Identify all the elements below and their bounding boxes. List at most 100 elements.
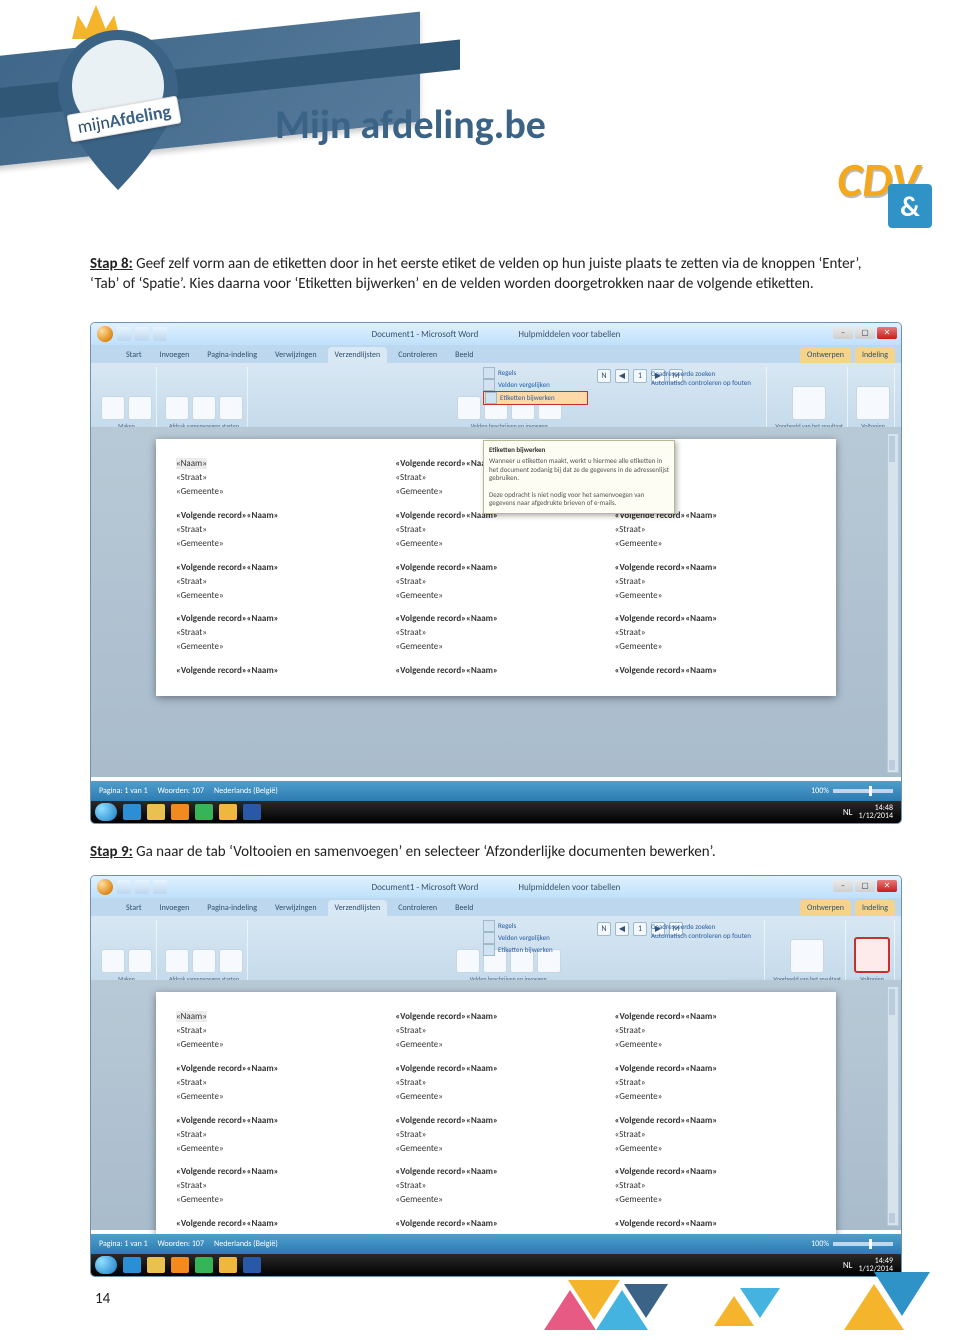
tab-ontwerpen[interactable]: Ontwerpen [800, 347, 851, 363]
vertical-scrollbar[interactable] [887, 433, 899, 773]
taskbar-explorer-icon[interactable] [147, 804, 165, 820]
taskbar-outlook-icon[interactable] [219, 1257, 237, 1273]
tab-verzendlijsten[interactable]: Verzendlijsten [328, 347, 388, 363]
taskbar-explorer-icon[interactable] [147, 1257, 165, 1273]
tab-ontwerpen[interactable]: Ontwerpen [800, 900, 851, 916]
samenvoegvelden-markeren-icon[interactable] [457, 396, 481, 420]
regels-icon[interactable] [483, 367, 495, 379]
tab-indeling[interactable]: Indeling [855, 347, 895, 363]
samenvoegen-starten-icon[interactable] [165, 396, 189, 420]
tab-paginaindeling[interactable]: Pagina-indeling [200, 347, 264, 363]
link-etiketten-bijwerken[interactable]: Etiketten bijwerken [498, 945, 553, 955]
word-tools-title: Hulpmiddelen voor tabellen [518, 882, 620, 893]
preview-result-icon[interactable] [790, 939, 824, 973]
link-zoek-geadresseerde[interactable]: Geadresseerde zoeken [651, 369, 751, 378]
field-straat: «Straat» [176, 472, 207, 483]
nav-first-icon[interactable]: N [597, 369, 611, 383]
window-maximize-icon[interactable]: ▢ [855, 327, 875, 339]
adressen-selecteren-icon[interactable] [192, 949, 216, 973]
tab-controleren[interactable]: Controleren [391, 347, 444, 363]
field-next-naam: «Volgende record»«Naam» [395, 1011, 498, 1022]
tab-beeld[interactable]: Beeld [448, 900, 480, 916]
etiketten-bijwerken-icon[interactable] [485, 392, 497, 404]
link-regels[interactable]: Regels [498, 921, 516, 931]
etiketten-bijwerken-icon[interactable] [483, 944, 495, 956]
link-velden-vergelijken[interactable]: Velden vergelijken [498, 380, 550, 390]
qat-undo-icon[interactable] [135, 327, 149, 341]
taskbar-chrome-icon[interactable] [195, 1257, 213, 1273]
link-auto-controleren[interactable]: Automatisch controleren op fouten [651, 378, 751, 387]
window-close-icon[interactable]: ✕ [877, 327, 897, 339]
status-taal[interactable]: Nederlands (België) [214, 1239, 278, 1249]
tab-paginaindeling[interactable]: Pagina-indeling [200, 900, 264, 916]
nav-prev-icon[interactable]: ◀ [615, 922, 629, 936]
link-auto-controleren[interactable]: Automatisch controleren op fouten [651, 931, 751, 940]
taskbar-word-icon[interactable] [243, 804, 261, 820]
qat-undo-icon[interactable] [135, 880, 149, 894]
adressen-selecteren-icon[interactable] [192, 396, 216, 420]
window-minimize-icon[interactable]: – [833, 327, 853, 339]
word-tools-title: Hulpmiddelen voor tabellen [518, 329, 620, 340]
taskbar-media-icon[interactable] [171, 1257, 189, 1273]
taskbar-media-icon[interactable] [171, 804, 189, 820]
taskbar-word-icon[interactable] [243, 1257, 261, 1273]
tab-controleren[interactable]: Controleren [391, 900, 444, 916]
office-orb-icon[interactable] [97, 879, 113, 895]
tray-lang[interactable]: NL [843, 807, 853, 818]
tab-beeld[interactable]: Beeld [448, 347, 480, 363]
window-close-icon[interactable]: ✕ [877, 880, 897, 892]
link-etiketten-bijwerken[interactable]: Etiketten bijwerken [500, 393, 555, 403]
vertical-scrollbar[interactable] [887, 986, 899, 1226]
velden-vergelijken-icon[interactable] [483, 379, 495, 391]
tab-invoegen[interactable]: Invoegen [153, 347, 197, 363]
taskbar-outlook-icon[interactable] [219, 804, 237, 820]
qat-redo-icon[interactable] [153, 880, 167, 894]
status-taal[interactable]: Nederlands (België) [214, 786, 278, 796]
nav-first-icon[interactable]: N [597, 922, 611, 936]
velden-vergelijken-icon[interactable] [483, 932, 495, 944]
link-zoek-geadresseerde[interactable]: Geadresseerde zoeken [651, 922, 751, 931]
adreslijst-bewerken-icon[interactable] [219, 396, 243, 420]
tab-indeling[interactable]: Indeling [855, 900, 895, 916]
taskbar-ie-icon[interactable] [123, 1257, 141, 1273]
tab-start[interactable]: Start [119, 347, 149, 363]
etiketten-icon[interactable] [128, 949, 152, 973]
taskbar-chrome-icon[interactable] [195, 804, 213, 820]
start-button-icon[interactable] [95, 803, 117, 821]
enveloppen-icon[interactable] [101, 949, 125, 973]
tab-verwijzingen[interactable]: Verwijzingen [268, 900, 324, 916]
office-orb-icon[interactable] [97, 326, 113, 342]
tab-verzendlijsten[interactable]: Verzendlijsten [328, 900, 388, 916]
preview-result-icon[interactable] [792, 386, 826, 420]
etiketten-icon[interactable] [128, 396, 152, 420]
samenvoegen-starten-icon[interactable] [165, 949, 189, 973]
qat-redo-icon[interactable] [153, 327, 167, 341]
adreslijst-bewerken-icon[interactable] [219, 949, 243, 973]
field-gemeente: «Gemeente» [395, 1039, 443, 1050]
qat-save-icon[interactable] [117, 327, 131, 341]
taskbar-clock[interactable]: 14:48 1/12/2014 [858, 804, 897, 820]
tab-verwijzingen[interactable]: Verwijzingen [268, 347, 324, 363]
link-velden-vergelijken[interactable]: Velden vergelijken [498, 933, 550, 943]
qat-save-icon[interactable] [117, 880, 131, 894]
tab-start[interactable]: Start [119, 900, 149, 916]
field-naam: «Naam» [176, 458, 207, 469]
voltooien-samenvoegen-icon[interactable] [856, 386, 890, 420]
link-regels[interactable]: Regels [498, 368, 516, 378]
nav-prev-icon[interactable]: ◀ [615, 369, 629, 383]
step9-copy: Stap 9: Ga naar de tab ‘Voltooien en sam… [90, 843, 910, 863]
start-button-icon[interactable] [95, 1256, 117, 1274]
enveloppen-icon[interactable] [101, 396, 125, 420]
zoom-slider[interactable] [833, 1242, 893, 1246]
voltooien-samenvoegen-button[interactable] [854, 937, 890, 973]
regels-icon[interactable] [483, 920, 495, 932]
zoom-slider[interactable] [833, 789, 893, 793]
field-next-naam: «Volgende record»«Naam» [395, 1115, 498, 1126]
field-gemeente: «Gemeente» [395, 590, 443, 601]
tab-invoegen[interactable]: Invoegen [153, 900, 197, 916]
window-minimize-icon[interactable]: – [833, 880, 853, 892]
taskbar-ie-icon[interactable] [123, 804, 141, 820]
samenvoegvelden-markeren-icon[interactable] [456, 949, 480, 973]
word-titlebar: Document1 - Microsoft Word Hulpmiddelen … [91, 876, 901, 898]
window-maximize-icon[interactable]: ▢ [855, 880, 875, 892]
